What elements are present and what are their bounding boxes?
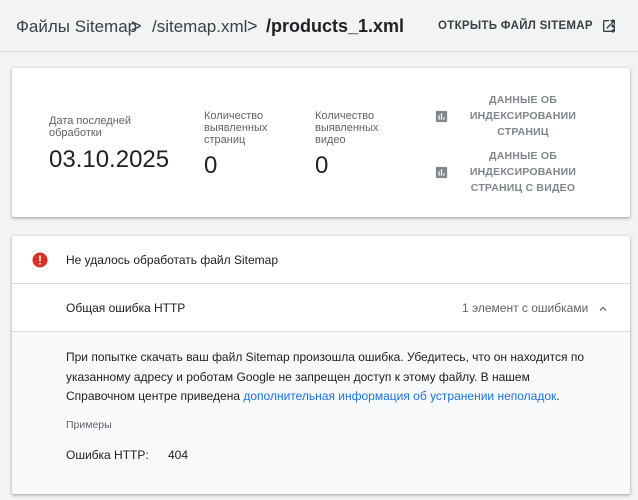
top-bar: Файлы Sitemap > /sitemap.xml > /products… (0, 0, 638, 52)
breadcrumb-sitemaps[interactable]: Файлы Sitemap (16, 17, 137, 37)
sitemap-stats-card: Дата последней обработки 03.10.2025 Коли… (12, 68, 630, 217)
http-error-title: Общая ошибка HTTP (66, 301, 186, 315)
pages-found-value: 0 (204, 152, 218, 179)
breadcrumb-separator-icon: > (247, 16, 258, 36)
error-title: Не удалось обработать файл Sitemap (66, 253, 278, 267)
breadcrumb-separator-icon: > (131, 16, 142, 36)
bar-chart-icon (435, 166, 448, 178)
page-title: /products_1.xml (266, 16, 405, 36)
open-sitemap-label: ОТКРЫТЬ ФАЙЛ SITEMAP (438, 20, 593, 32)
http-error-row[interactable]: Общая ошибка HTTP 1 элемент с ошибками (12, 284, 630, 332)
videos-found-value: 0 (315, 152, 329, 179)
examples-label: Примеры (66, 419, 112, 431)
sitemap-error-card: Не удалось обработать файл Sitemap Общая… (12, 236, 630, 494)
error-description-end: . (556, 389, 560, 403)
last-processed-label: Дата последней обработки (49, 115, 132, 139)
error-icon (32, 252, 48, 268)
error-details: При попытке скачать ваш файл Sitemap про… (12, 332, 630, 494)
breadcrumb-sitemap-xml[interactable]: /sitemap.xml (152, 17, 247, 37)
last-processed-value: 03.10.2025 (49, 146, 170, 173)
pages-found-label: Количество выявленных страниц (204, 110, 268, 146)
video-indexing-link-label: ДАННЫЕ ОБ ИНДЕКСИРОВАНИИ СТРАНИЦ С ВИДЕО (469, 150, 577, 194)
videos-found-label: Количество выявленных видео (315, 110, 379, 146)
example-http-error-label: Ошибка HTTP: (66, 448, 149, 462)
example-http-error-value: 404 (168, 448, 189, 462)
error-header: Не удалось обработать файл Sitemap (12, 236, 630, 284)
chevron-up-icon[interactable] (596, 302, 610, 316)
video-indexing-link[interactable]: ДАННЫЕ ОБ ИНДЕКСИРОВАНИИ СТРАНИЦ С ВИДЕО (434, 148, 583, 196)
page-indexing-link[interactable]: ДАННЫЕ ОБ ИНДЕКСИРОВАНИИ СТРАНИЦ (434, 92, 583, 140)
more-vert-icon[interactable] (603, 16, 623, 36)
bar-chart-icon (435, 110, 448, 122)
open-sitemap-button[interactable]: ОТКРЫТЬ ФАЙЛ SITEMAP (430, 12, 625, 40)
troubleshooting-link[interactable]: дополнительная информация об устранении … (243, 389, 556, 403)
http-error-count: 1 элемент с ошибками (462, 301, 589, 315)
error-description: При попытке скачать ваш файл Sitemap про… (66, 348, 586, 407)
page-indexing-link-label: ДАННЫЕ ОБ ИНДЕКСИРОВАНИИ СТРАНИЦ (469, 94, 577, 138)
